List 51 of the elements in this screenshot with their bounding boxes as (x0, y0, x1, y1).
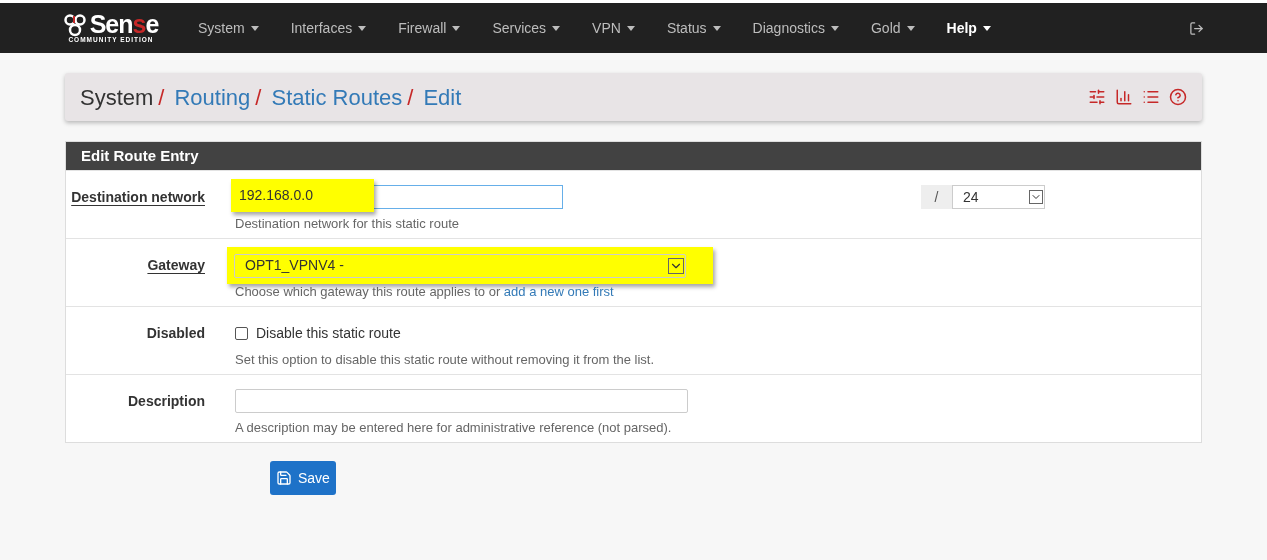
mask-separator: / (921, 185, 952, 209)
field-label: Destination network (71, 189, 205, 205)
sliders-icon[interactable] (1088, 88, 1106, 106)
destination-field[interactable] (374, 185, 563, 209)
field-label: Gateway (147, 257, 205, 273)
help-text: A description may be entered here for administrative reference (not parsed). (235, 419, 673, 437)
caret-icon (712, 25, 721, 31)
checkbox[interactable] (235, 326, 248, 340)
checkbox-label: Disable this static route (256, 323, 401, 343)
nav-menu-item[interactable]: Firewall (382, 17, 477, 39)
caret-icon (830, 25, 839, 31)
breadcrumb-link[interactable]: Edit (423, 80, 462, 114)
mask-select[interactable]: 24 (952, 185, 1045, 209)
caret-icon (452, 25, 461, 31)
nav-menu-item[interactable]: Status (650, 17, 737, 39)
nav-menu-item[interactable]: Help (930, 17, 1007, 39)
nav-menu-item[interactable]: VPN (576, 17, 651, 39)
breadcrumb-link[interactable]: Static Routes (271, 80, 403, 114)
breadcrumb-separator: / (158, 83, 165, 112)
caret-icon (552, 25, 561, 31)
nav-menu-item[interactable]: Interfaces (274, 17, 383, 39)
help-text: Destination network for this static route (235, 215, 460, 233)
help-icon[interactable] (1169, 88, 1187, 106)
caret-icon (626, 25, 635, 31)
caret-icon (906, 25, 915, 31)
help-text: Set this option to disable this static route without removing it from the list. (235, 351, 655, 369)
field-label: Disabled (146, 325, 205, 341)
dropdown-icon (1029, 190, 1043, 204)
nav-menu-item[interactable]: Services (476, 17, 577, 39)
caret-icon (250, 25, 259, 31)
breadcrumb-text: System (80, 83, 154, 112)
list-icon[interactable] (1142, 88, 1160, 106)
gateway-select[interactable]: OPT1_VPNV4 - (234, 253, 686, 278)
caret-icon (982, 25, 991, 31)
add-gateway-link[interactable]: add a new one first (503, 284, 614, 299)
nav-menu-item[interactable]: Gold (854, 17, 931, 39)
save-button[interactable]: Save (270, 461, 336, 495)
field-value: 192.168.0.0 (239, 186, 313, 205)
breadcrumb-link[interactable]: Routing (174, 80, 251, 114)
bar-chart-icon[interactable] (1115, 88, 1133, 106)
breadcrumb-separator: / (255, 83, 262, 112)
field-label: Description (128, 393, 205, 409)
panel-title: Edit Route Entry (81, 145, 199, 166)
dropdown-icon (668, 257, 684, 274)
logout-icon[interactable] (1189, 20, 1204, 36)
nav-menu-item[interactable]: System (182, 17, 275, 39)
description-field[interactable] (235, 389, 688, 413)
caret-icon (358, 25, 367, 31)
help-text: Choose which gateway this route applies to or add a new one first (235, 283, 615, 301)
nav-menu-item[interactable]: Diagnostics (736, 17, 855, 39)
breadcrumb-separator: / (407, 83, 414, 112)
